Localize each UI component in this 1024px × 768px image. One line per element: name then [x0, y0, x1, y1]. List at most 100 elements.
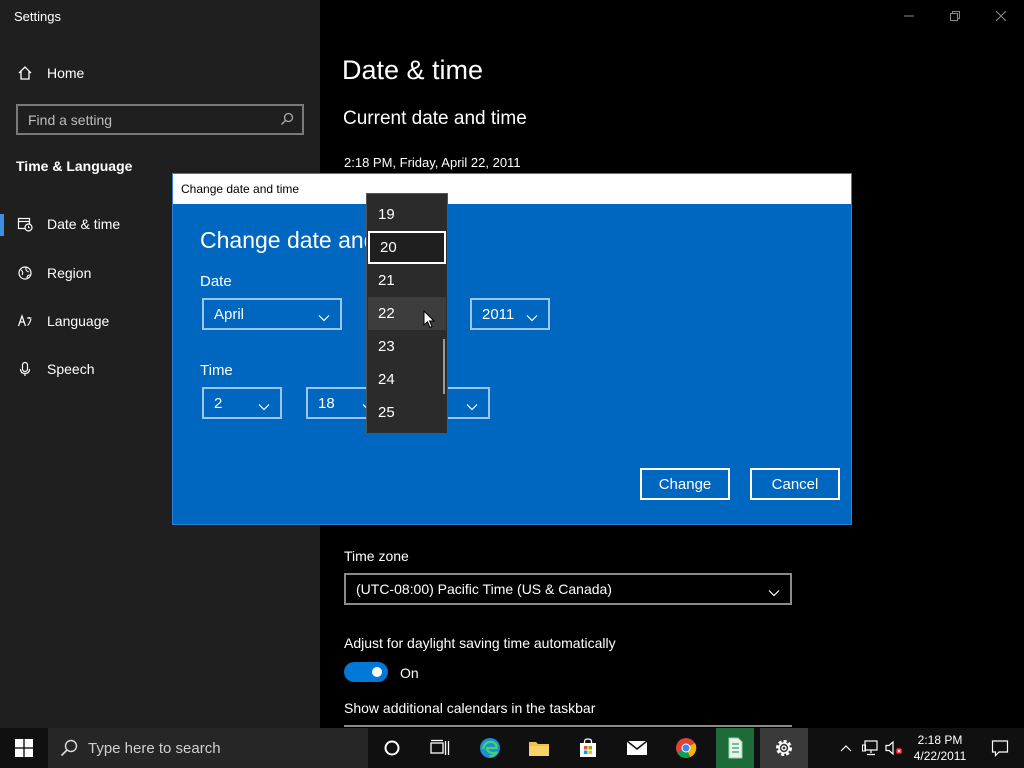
scrollbar[interactable] — [443, 339, 445, 394]
mouse-cursor-icon — [423, 309, 436, 334]
home-label: Home — [47, 65, 85, 81]
month-value: April — [214, 305, 245, 323]
dst-toggle[interactable] — [344, 662, 388, 682]
day-option[interactable]: 21 — [368, 264, 446, 297]
minimize-icon — [904, 15, 914, 17]
date-time-icon — [16, 215, 34, 233]
globe-icon — [16, 264, 34, 282]
time-zone-value: (UTC-08:00) Pacific Time (US & Canada) — [356, 581, 612, 597]
home-icon — [16, 64, 34, 82]
network-button[interactable] — [858, 728, 884, 768]
network-icon — [862, 740, 878, 756]
volume-muted-icon — [885, 740, 903, 756]
dialog-window-title: Change date and time — [181, 182, 300, 196]
home-nav-item[interactable]: Home — [16, 64, 84, 82]
current-date-value: 2:18 PM, Friday, April 22, 2011 — [344, 155, 521, 170]
toggle-knob — [372, 667, 382, 677]
microphone-icon — [16, 360, 34, 378]
search-box[interactable] — [16, 104, 304, 135]
chevron-down-icon — [258, 398, 270, 415]
dst-label: Adjust for daylight saving time automati… — [344, 635, 616, 651]
store-icon — [580, 738, 596, 757]
section-heading: Time & Language — [16, 158, 133, 174]
clock-time: 2:18 PM — [917, 733, 963, 747]
selected-indicator — [0, 214, 4, 236]
show-hidden-icons-button[interactable] — [832, 728, 860, 768]
day-option[interactable]: 19 — [368, 198, 446, 231]
hour-select[interactable]: 2 — [202, 387, 282, 419]
close-icon — [996, 11, 1006, 21]
chevron-down-icon — [318, 309, 330, 326]
spreadsheet-icon — [728, 737, 743, 759]
taskbar: Type here to search 2:18 PM 4/22/2011 — [0, 728, 1024, 768]
volume-button[interactable] — [882, 728, 906, 768]
cortana-button[interactable] — [368, 728, 416, 768]
cortana-icon — [384, 740, 400, 756]
calendars-label: Show additional calendars in the taskbar — [344, 700, 596, 716]
notifications-button[interactable] — [976, 728, 1024, 768]
clock-date: 4/22/2011 — [913, 749, 967, 763]
taskbar-search[interactable]: Type here to search — [48, 728, 368, 768]
minute-value: 18 — [318, 394, 335, 412]
mail-icon — [626, 740, 648, 755]
search-input[interactable] — [28, 111, 268, 129]
hour-value: 2 — [214, 394, 223, 412]
search-icon[interactable] — [280, 112, 294, 131]
edge-button[interactable] — [466, 728, 514, 768]
dst-state: On — [400, 665, 419, 681]
sidebar-item-label: Date & time — [47, 216, 121, 232]
file-explorer-button[interactable] — [515, 728, 563, 768]
page-title: Date & time — [342, 55, 484, 85]
dialog-heading: Change date and — [200, 227, 377, 253]
date-label: Date — [200, 273, 232, 290]
notification-icon — [991, 740, 1009, 757]
windows-icon — [15, 739, 33, 757]
gear-icon — [776, 740, 792, 756]
year-value: 2011 — [482, 305, 515, 323]
language-icon — [16, 312, 34, 330]
start-button[interactable] — [0, 728, 48, 768]
search-icon — [60, 739, 78, 757]
change-button[interactable]: Change — [640, 468, 730, 500]
time-zone-select[interactable]: (UTC-08:00) Pacific Time (US & Canada) — [344, 573, 792, 605]
task-view-icon — [430, 739, 450, 755]
folder-icon — [529, 742, 549, 756]
day-option-selected[interactable]: 20 — [368, 231, 446, 264]
day-option[interactable]: 24 — [368, 363, 446, 396]
taskbar-search-placeholder: Type here to search — [88, 739, 221, 757]
close-button[interactable] — [978, 0, 1024, 32]
time-zone-label: Time zone — [344, 548, 409, 564]
day-dropdown-list[interactable]: 19 20 21 22 23 24 25 — [366, 193, 448, 434]
excel-button[interactable] — [711, 728, 759, 768]
mail-button[interactable] — [613, 728, 661, 768]
task-view-button[interactable] — [416, 728, 464, 768]
settings-taskbar-button[interactable] — [760, 728, 808, 768]
app-title: Settings — [14, 9, 61, 24]
sidebar-item-date-time[interactable]: Date & time — [16, 215, 120, 233]
sidebar-item-speech[interactable]: Speech — [16, 360, 94, 378]
sidebar-item-region[interactable]: Region — [16, 264, 91, 282]
cancel-button[interactable]: Cancel — [750, 468, 840, 500]
chevron-down-icon — [466, 398, 478, 415]
day-option[interactable]: 23 — [368, 330, 446, 363]
restore-button[interactable] — [932, 0, 978, 32]
restore-icon — [950, 11, 960, 21]
chrome-button[interactable] — [662, 728, 710, 768]
minimize-button[interactable] — [886, 0, 932, 32]
taskbar-clock[interactable]: 2:18 PM 4/22/2011 — [905, 732, 975, 764]
year-select[interactable]: 2011 — [470, 298, 550, 330]
sidebar-item-label: Speech — [47, 361, 95, 377]
edge-icon — [480, 738, 500, 758]
chevron-down-icon — [526, 309, 538, 326]
store-button[interactable] — [564, 728, 612, 768]
dialog-titlebar: Change date and time — [173, 174, 851, 204]
month-select[interactable]: April — [202, 298, 342, 330]
sidebar-item-label: Language — [47, 313, 110, 329]
chevron-down-icon — [768, 584, 780, 600]
day-option[interactable]: 25 — [368, 396, 446, 429]
change-date-dialog: Change date and time Change date and Dat… — [172, 173, 852, 525]
current-date-heading: Current date and time — [343, 108, 527, 129]
time-label: Time — [200, 362, 233, 379]
sidebar-item-language[interactable]: Language — [16, 312, 109, 330]
chrome-icon — [676, 738, 697, 758]
